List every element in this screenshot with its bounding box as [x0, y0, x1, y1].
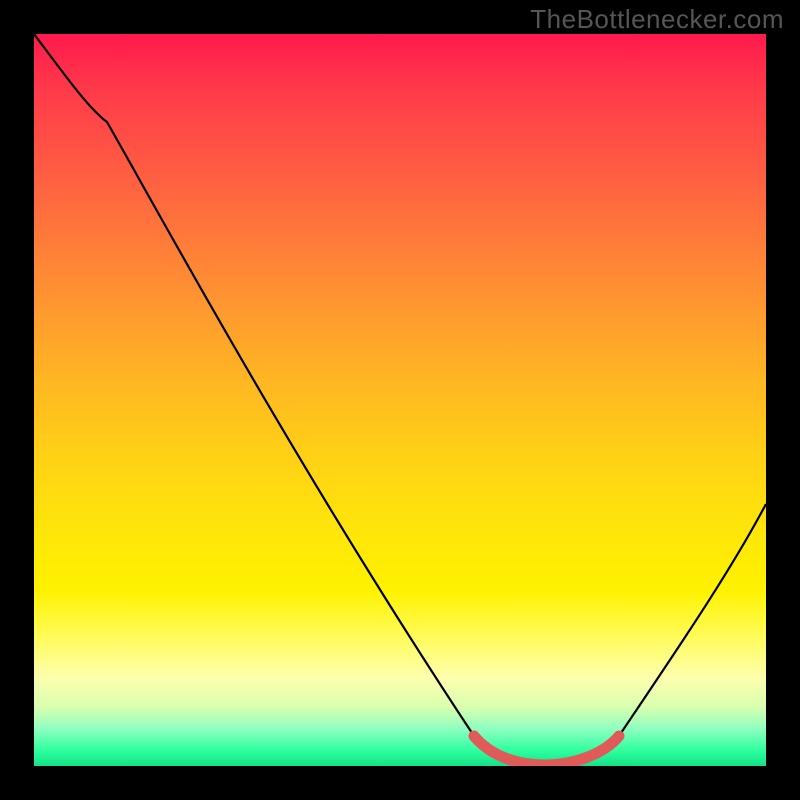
main-curve — [34, 34, 766, 765]
watermark-text: TheBottlenecker.com — [530, 4, 784, 35]
chart-frame: TheBottlenecker.com — [0, 0, 800, 800]
valley-highlight — [474, 736, 619, 765]
plot-area — [34, 34, 766, 766]
chart-svg — [34, 34, 766, 766]
